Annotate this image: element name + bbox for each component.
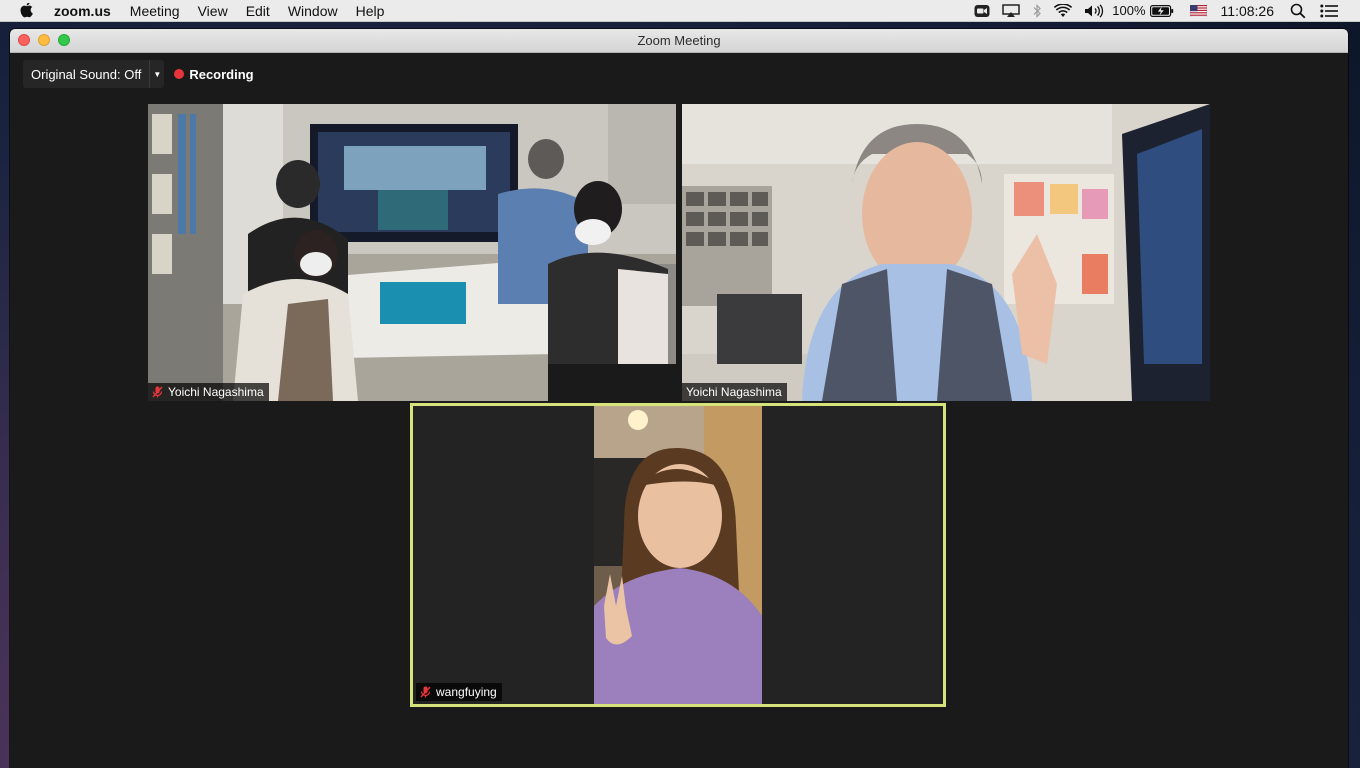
dropdown-caret-icon[interactable]: ▼ (150, 60, 164, 88)
spotlight-icon[interactable] (1290, 3, 1306, 19)
participant-video-feed (682, 104, 1210, 401)
video-tile-1[interactable]: Yoichi Nagashima (148, 104, 676, 401)
video-tile-3-active-speaker[interactable]: wangfuying (410, 403, 946, 707)
window-titlebar[interactable]: Zoom Meeting (10, 29, 1348, 53)
flag-icon[interactable] (1189, 4, 1207, 17)
menu-app-name[interactable]: zoom.us (54, 3, 111, 19)
apple-icon[interactable] (20, 2, 36, 19)
recording-dot-icon (174, 69, 185, 79)
original-sound-label[interactable]: Original Sound: Off (23, 60, 151, 88)
wifi-icon[interactable] (1054, 3, 1073, 18)
minimize-window-button[interactable] (38, 34, 50, 46)
participant-name: Yoichi Nagashima (168, 385, 264, 399)
participant-name: wangfuying (436, 685, 497, 699)
participant-video-feed (594, 406, 762, 704)
zoom-video-icon[interactable] (974, 4, 990, 18)
battery-icon[interactable] (1149, 4, 1174, 17)
meeting-topbar: Original Sound: Off ▼ Recording (23, 60, 254, 88)
bluetooth-icon[interactable] (1032, 3, 1042, 18)
close-window-button[interactable] (18, 34, 30, 46)
participant-name-tag: Yoichi Nagashima (148, 383, 269, 401)
muted-mic-icon (152, 386, 163, 398)
muted-mic-icon (420, 686, 431, 698)
fullscreen-window-button[interactable] (58, 34, 70, 46)
control-center-icon[interactable] (1320, 4, 1338, 18)
macos-menu-bar: zoom.us Meeting View Edit Window Help 10… (0, 0, 1360, 22)
airplay-icon[interactable] (1002, 3, 1021, 18)
menu-view[interactable]: View (198, 3, 228, 19)
window-title: Zoom Meeting (637, 33, 721, 48)
menu-edit[interactable]: Edit (246, 3, 270, 19)
status-area: 100% 11:08:26 (962, 0, 1360, 22)
original-sound-button[interactable]: Original Sound: Off ▼ (23, 60, 165, 88)
zoom-meeting-window: Zoom Meeting Original Sound: Off ▼ Recor… (10, 29, 1348, 768)
menu-meeting[interactable]: Meeting (130, 3, 180, 19)
menu-help[interactable]: Help (356, 3, 385, 19)
recording-label: Recording (189, 66, 254, 82)
volume-icon[interactable] (1084, 3, 1104, 18)
participant-name: Yoichi Nagashima (686, 385, 782, 399)
participant-name-tag: wangfuying (416, 683, 502, 701)
window-controls (18, 34, 70, 46)
battery-percent[interactable]: 100% (1112, 3, 1145, 18)
menu-window[interactable]: Window (288, 3, 338, 19)
participant-name-tag: Yoichi Nagashima (682, 383, 787, 401)
participant-video-feed (148, 104, 676, 401)
video-tile-2[interactable]: Yoichi Nagashima (682, 104, 1210, 401)
menubar-clock[interactable]: 11:08:26 (1221, 3, 1274, 19)
recording-indicator[interactable]: Recording (174, 66, 254, 82)
